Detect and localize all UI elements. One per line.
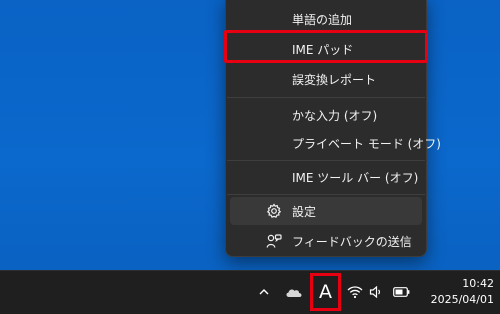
- feedback-icon: [266, 233, 282, 249]
- menu-divider: [227, 160, 425, 161]
- menu-item-label: かな入力 (オフ): [292, 108, 378, 123]
- menu-item-label: IME ツール バー (オフ): [292, 170, 419, 185]
- chevron-up-icon[interactable]: [256, 284, 272, 300]
- menu-item-ime-toolbar[interactable]: IME ツール バー (オフ): [230, 163, 422, 191]
- battery-icon[interactable]: [392, 284, 410, 300]
- menu-item-label: 設定: [292, 204, 317, 219]
- ime-mode-indicator[interactable]: A: [315, 280, 336, 304]
- menu-item-add-word[interactable]: 単語の追加: [230, 5, 422, 33]
- menu-item-private-mode[interactable]: プライベート モード (オフ): [230, 129, 441, 157]
- gear-icon: [266, 203, 282, 219]
- menu-item-settings[interactable]: 設定: [230, 197, 422, 225]
- menu-item-conversion-report[interactable]: 誤変換レポート: [230, 65, 422, 93]
- taskbar-clock[interactable]: 10:42 2025/04/01: [418, 276, 494, 308]
- clock-date: 2025/04/01: [430, 293, 494, 306]
- menu-divider: [227, 194, 425, 195]
- clock-time: 10:42: [462, 277, 494, 290]
- speaker-icon[interactable]: [368, 284, 384, 300]
- menu-item-label: フィードバックの送信: [292, 234, 412, 249]
- menu-item-label: 単語の追加: [292, 12, 353, 27]
- onedrive-cloud-icon[interactable]: [283, 284, 305, 300]
- wifi-icon[interactable]: [347, 284, 363, 300]
- menu-divider: [227, 97, 425, 98]
- ime-pad-highlight-frame: [224, 30, 428, 63]
- menu-item-label: プライベート モード (オフ): [292, 136, 441, 151]
- menu-item-kana-input[interactable]: かな入力 (オフ): [230, 101, 422, 129]
- menu-item-label: 誤変換レポート: [292, 72, 377, 87]
- menu-item-send-feedback[interactable]: フィードバックの送信: [230, 227, 422, 255]
